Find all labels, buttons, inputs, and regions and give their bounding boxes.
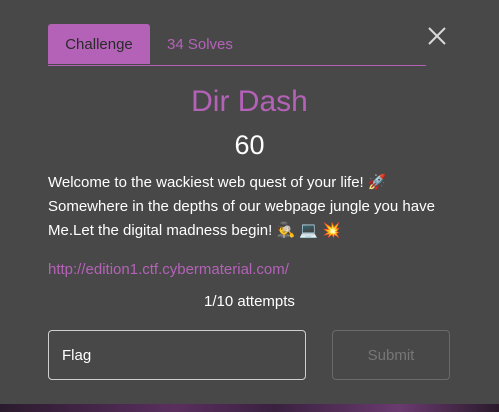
- tab-bar: Challenge 34 Solves: [48, 24, 426, 66]
- submit-button[interactable]: Submit: [332, 330, 450, 380]
- background-strip: [0, 404, 499, 412]
- challenge-title: Dir Dash: [191, 85, 308, 118]
- description-line: Welcome to the wackiest web quest of you…: [48, 174, 387, 191]
- challenge-points: 60: [234, 130, 265, 160]
- flag-input[interactable]: [48, 330, 306, 380]
- description-line: Somewhere in the depths of our webpage j…: [48, 198, 435, 215]
- close-button[interactable]: [426, 25, 448, 47]
- description-line: Me.Let the digital madness begin! 🕵️ 💻 💥: [48, 222, 341, 239]
- attempts-counter: 1/10 attempts: [204, 293, 295, 310]
- challenge-description: Welcome to the wackiest web quest of you…: [48, 171, 458, 243]
- close-icon: [428, 27, 446, 45]
- tab-solves[interactable]: 34 Solves: [167, 24, 233, 64]
- challenge-modal: Challenge 34 Solves Dir Dash 60 Welcome …: [0, 0, 499, 404]
- tab-challenge[interactable]: Challenge: [48, 24, 150, 64]
- challenge-link[interactable]: http://edition1.ctf.cybermaterial.com/: [48, 259, 289, 281]
